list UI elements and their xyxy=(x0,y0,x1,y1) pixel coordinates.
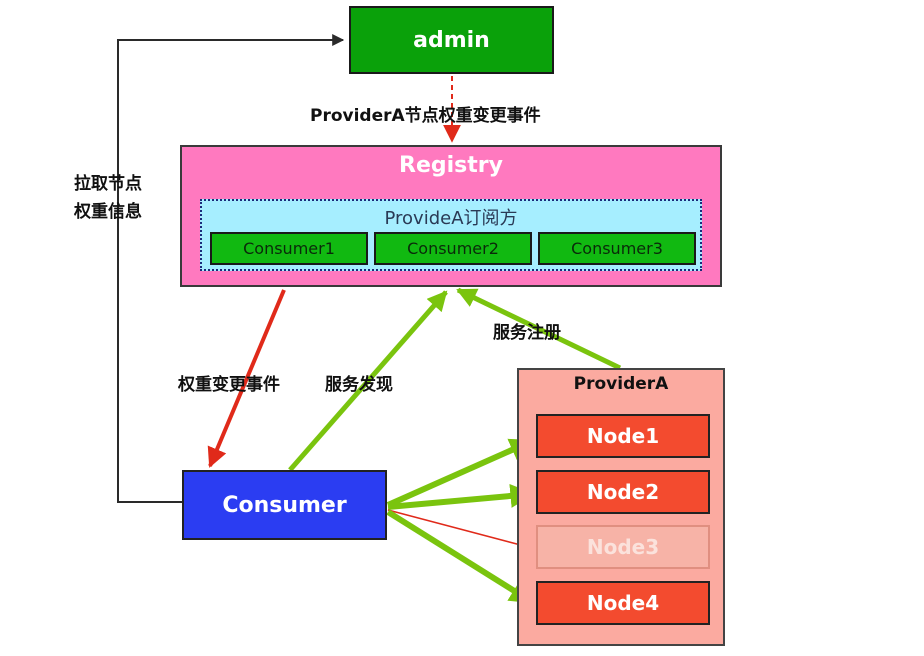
subscribers-title: ProvideA订阅方 xyxy=(384,208,518,229)
admin-node: admin xyxy=(349,6,554,74)
subscriber-consumer3: Consumer3 xyxy=(538,232,696,265)
providera-label: ProviderA xyxy=(573,374,669,394)
provider-node1: Node1 xyxy=(536,414,710,458)
label-pull-weight-line2: 权重信息 xyxy=(74,202,142,222)
arrow-consumer-node4 xyxy=(386,509,535,605)
label-weight-change-event-admin: ProviderA节点权重变更事件 xyxy=(310,106,541,126)
provider-node4: Node4 xyxy=(536,581,710,625)
admin-label: admin xyxy=(413,27,490,53)
subscriber-consumer1: Consumer1 xyxy=(210,232,368,265)
provider-node2: Node2 xyxy=(536,470,710,514)
providea-subscribers-group: ProvideA订阅方 Consumer1 Consumer2 Consumer… xyxy=(200,199,702,271)
diagram-arrows xyxy=(117,34,622,605)
label-pull-weight: 拉取节点 权重信息 xyxy=(74,170,142,226)
registry-label: Registry xyxy=(399,153,503,178)
label-pull-weight-line1: 拉取节点 xyxy=(74,174,142,194)
consumer-node: Consumer xyxy=(182,470,387,540)
label-weight-change-event: 权重变更事件 xyxy=(178,375,280,395)
label-service-registration: 服务注册 xyxy=(493,323,561,343)
provider-node3: Node3 xyxy=(536,525,710,569)
label-service-discovery: 服务发现 xyxy=(325,375,393,395)
subscriber-consumer2: Consumer2 xyxy=(374,232,532,265)
consumer-label: Consumer xyxy=(222,492,347,518)
